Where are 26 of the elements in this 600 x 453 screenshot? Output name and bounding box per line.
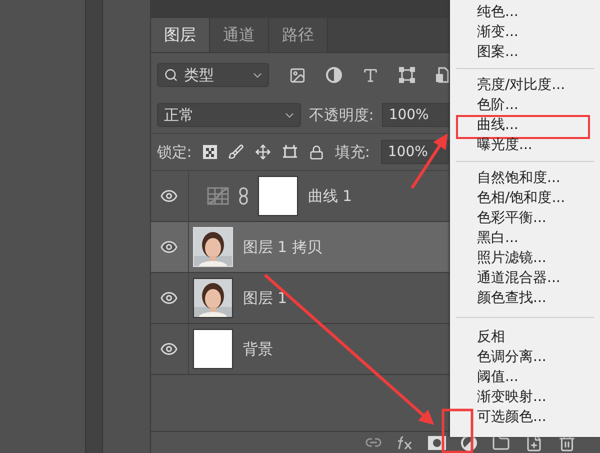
- lock-label: 锁定:: [156, 142, 192, 162]
- menu-item[interactable]: 可选颜色...: [450, 407, 600, 427]
- layer-name: 图层 1: [242, 288, 288, 308]
- menu-item[interactable]: 图案...: [450, 42, 600, 62]
- layer-name: 图层 1 拷贝: [242, 238, 322, 256]
- opacity-label: 不透明度:: [308, 106, 374, 124]
- menu-item[interactable]: 颜色查找...: [450, 288, 600, 308]
- menu-item[interactable]: 色调分离...: [450, 347, 600, 367]
- fill-label: 填充:: [334, 142, 370, 162]
- menu-item[interactable]: 渐变...: [450, 22, 600, 42]
- layer-name: 背景: [242, 340, 273, 358]
- panel-tab[interactable]: 通道: [210, 18, 269, 52]
- blend-mode-dropdown[interactable]: 正常: [156, 103, 301, 127]
- menu-item[interactable]: 渐变映射...: [450, 387, 600, 407]
- filter-dropdown[interactable]: 类型: [156, 63, 269, 87]
- menu-item[interactable]: 曝光度...: [450, 135, 600, 155]
- menu-item[interactable]: 色相/饱和度...: [450, 188, 600, 208]
- menu-item[interactable]: 黑白...: [450, 228, 600, 248]
- menu-item[interactable]: 纯色...: [450, 2, 600, 22]
- layer-name: 曲线 1: [308, 186, 352, 206]
- menu-item[interactable]: 亮度/对比度...: [450, 75, 600, 95]
- panel-tab[interactable]: 路径: [268, 18, 328, 52]
- panel-tab[interactable]: 图层: [150, 18, 210, 52]
- menu-item[interactable]: 反相: [450, 327, 600, 347]
- menu-item[interactable]: 照片滤镜...: [450, 248, 600, 268]
- menu-item[interactable]: 自然饱和度...: [450, 168, 600, 188]
